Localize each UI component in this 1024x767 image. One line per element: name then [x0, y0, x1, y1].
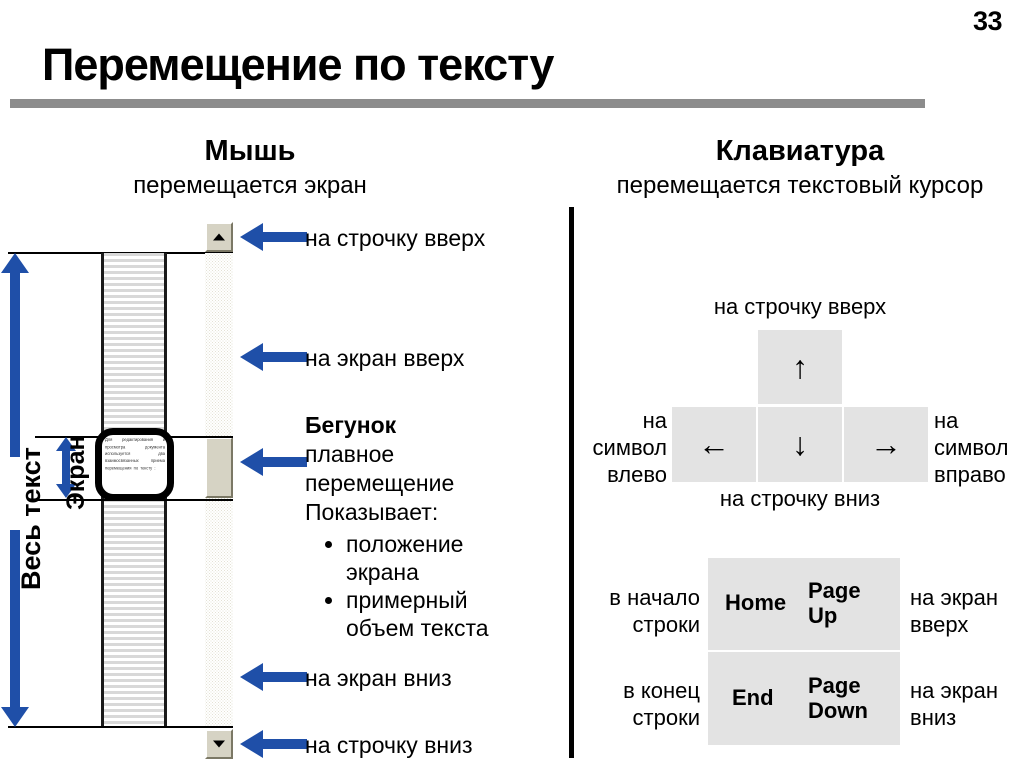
- triangle-down-icon: [213, 740, 225, 748]
- axis-label-whole-text: Весь текст: [16, 447, 46, 590]
- caption-arrow-up: на строчку вверх: [713, 294, 887, 319]
- triangle-up-icon: [213, 233, 225, 241]
- mouse-column-subheading: перемещается экран: [133, 172, 367, 199]
- keyboard-column-subheading: перемещается текстовый курсор: [616, 172, 984, 199]
- scrollbar-up-button[interactable]: [205, 222, 233, 252]
- arrow-up-icon: ↑: [792, 348, 808, 385]
- arrow-left-icon: ←: [698, 426, 730, 462]
- callout-line-down: на строчку вниз: [305, 732, 473, 758]
- magnifier-sample-text: Для редактирования и просмотра документа…: [105, 437, 165, 471]
- caption-end: в конец строки: [623, 678, 700, 730]
- callout-thumb-line1: плавное: [305, 441, 395, 467]
- list-item: положение экрана: [346, 530, 520, 586]
- key-arrow-up[interactable]: ↑: [758, 330, 842, 404]
- page-number: 33: [972, 6, 1003, 36]
- title-underline-rule: [10, 99, 925, 108]
- pointer-arrow-line-up: [240, 223, 307, 251]
- caption-arrow-right: на символ вправо: [934, 408, 1009, 487]
- pointer-arrow-screen-down: [240, 663, 307, 691]
- mouse-column-heading: Мышь: [204, 135, 296, 167]
- pointer-arrow-screen-up: [240, 343, 307, 371]
- list-item: примерный объем текста: [346, 586, 520, 642]
- key-end[interactable]: End: [732, 685, 774, 711]
- pointer-arrow-line-down: [240, 730, 307, 758]
- key-block-home-pageup[interactable]: Home Page Up: [708, 558, 900, 650]
- key-home[interactable]: Home: [725, 590, 786, 616]
- axis-label-screen: Экран: [62, 435, 90, 510]
- key-arrow-left[interactable]: ←: [672, 407, 756, 482]
- key-arrow-down[interactable]: ↓: [758, 407, 842, 482]
- slide-canvas: 33 Перемещение по тексту Мышь перемещает…: [0, 0, 1024, 767]
- caption-page-up: на экран вверх: [910, 585, 998, 637]
- key-block-end-pagedown[interactable]: End Page Down: [708, 652, 900, 745]
- callout-screen-down: на экран вниз: [305, 665, 452, 691]
- scrollbar-thumb[interactable]: [205, 437, 233, 498]
- callout-thumb-line2: перемещение: [305, 470, 455, 496]
- screen-magnifier-callout: Для редактирования и просмотра документа…: [95, 428, 174, 501]
- key-arrow-right[interactable]: →: [844, 407, 928, 482]
- caption-arrow-left: на символ влево: [592, 408, 667, 487]
- key-page-down[interactable]: Page Down: [808, 673, 898, 723]
- caption-page-down: на экран вниз: [910, 678, 998, 730]
- caption-arrow-down: на строчку вниз: [719, 486, 881, 511]
- keyboard-column-heading: Клавиатура: [715, 135, 885, 167]
- arrow-right-icon: →: [870, 426, 902, 462]
- page-title: Перемещение по тексту: [42, 39, 554, 90]
- whole-text-measure-arrow-upper: [1, 253, 29, 457]
- callout-thumb-title: Бегунок: [305, 412, 397, 438]
- pointer-arrow-thumb: [240, 448, 307, 476]
- caption-home: в начало строки: [609, 585, 700, 637]
- arrow-down-icon: ↓: [792, 426, 808, 462]
- document-bottom-boundary-line: [8, 726, 233, 728]
- callout-thumb-bullets: положение экрана примерный объем текста: [320, 530, 520, 642]
- callout-line-up: на строчку вверх: [305, 225, 486, 251]
- key-page-up[interactable]: Page Up: [808, 578, 888, 628]
- scrollbar-down-button[interactable]: [205, 729, 233, 759]
- column-divider: [569, 207, 574, 758]
- callout-thumb-line3: Показывает:: [305, 499, 439, 525]
- callout-screen-up: на экран вверх: [305, 345, 465, 371]
